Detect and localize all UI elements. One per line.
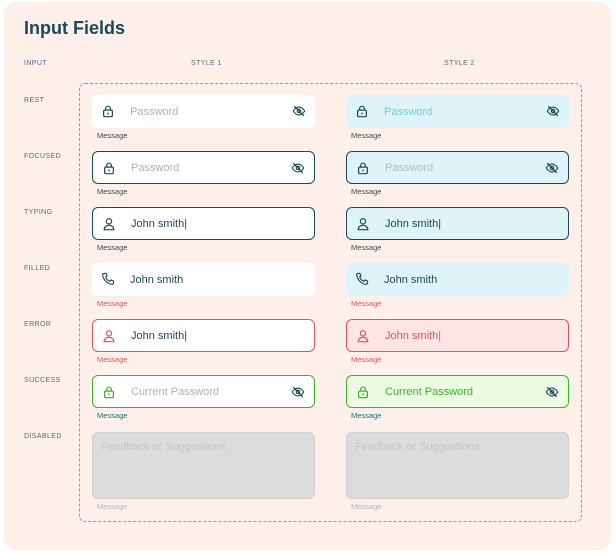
password-input-success-style2[interactable]: Current Password <box>346 375 569 408</box>
password-input-rest-style2[interactable]: Password <box>346 95 569 128</box>
helper-message: Message <box>97 131 128 140</box>
user-icon <box>103 330 115 343</box>
password-input-focused-style1[interactable]: Password <box>92 151 315 184</box>
name-value: John smith <box>384 273 438 286</box>
helper-message: Message <box>351 299 382 308</box>
helper-message: Message <box>97 187 128 196</box>
password-input-focused-style2[interactable]: Password <box>346 151 569 184</box>
user-icon <box>357 330 369 343</box>
name-value: John smith| <box>385 217 442 230</box>
row-label-focused: FOCUSED <box>24 153 62 160</box>
eye-off-icon[interactable] <box>545 161 559 175</box>
lock-icon <box>357 105 367 118</box>
lock-icon <box>358 162 368 175</box>
password-input-rest-style1[interactable]: Password <box>92 95 315 128</box>
phone-input-filled-style1[interactable]: John smith <box>92 263 315 296</box>
password-input-success-style1[interactable]: Current Password <box>92 375 315 408</box>
eye-off-icon[interactable] <box>546 104 560 118</box>
user-icon <box>103 218 115 231</box>
helper-message: Message <box>97 502 128 511</box>
lock-icon <box>104 162 114 175</box>
password-placeholder: Password <box>385 161 434 174</box>
phone-input-filled-style2[interactable]: John smith <box>346 263 569 296</box>
error-message: Message <box>351 355 382 364</box>
password-placeholder: Password <box>384 105 433 118</box>
phone-icon <box>102 272 115 285</box>
name-value: John smith| <box>131 217 188 230</box>
row-label-filled: FILLED <box>24 265 51 272</box>
password-placeholder: Password <box>130 105 179 118</box>
column-header-style-2: STYLE 2 <box>444 60 475 67</box>
feedback-textarea-disabled-style2: Feedback or Suggestions <box>346 432 569 499</box>
row-label-typing: TYPING <box>24 209 53 216</box>
lock-icon <box>104 386 114 399</box>
phone-icon <box>356 272 369 285</box>
feedback-textarea-disabled-style1: Feedback or Suggestions <box>92 432 315 499</box>
lock-icon <box>358 386 368 399</box>
row-label-disabled: DISABLED <box>24 433 62 440</box>
name-value: John smith <box>130 273 184 286</box>
success-message: Message <box>351 411 382 420</box>
password-placeholder: Current Password <box>131 385 220 398</box>
name-input-error-style2[interactable]: John smith| <box>346 319 569 352</box>
eye-off-icon[interactable] <box>292 104 306 118</box>
lock-icon <box>103 105 113 118</box>
success-message: Message <box>97 411 128 420</box>
page-title: Input Fields <box>24 18 125 38</box>
row-label-rest: REST <box>24 97 45 104</box>
name-input-error-style1[interactable]: John smith| <box>92 319 315 352</box>
feedback-placeholder: Feedback or Suggestions <box>355 441 480 453</box>
helper-message: Message <box>351 131 382 140</box>
name-input-typing-style2[interactable]: John smith| <box>346 207 569 240</box>
helper-message: Message <box>351 243 382 252</box>
user-icon <box>357 218 369 231</box>
name-input-typing-style1[interactable]: John smith| <box>92 207 315 240</box>
feedback-placeholder: Feedback or Suggestions <box>101 441 226 453</box>
helper-message: Message <box>351 187 382 196</box>
eye-off-icon[interactable] <box>291 161 305 175</box>
error-message: Message <box>97 355 128 364</box>
eye-off-icon[interactable] <box>545 385 559 399</box>
name-value: John smith| <box>131 329 188 342</box>
column-header-input: INPUT <box>24 60 47 67</box>
column-header-style-1: STYLE 1 <box>191 60 222 67</box>
helper-message: Message <box>97 243 128 252</box>
helper-message: Message <box>351 502 382 511</box>
row-label-success: SUCCESS <box>24 377 61 384</box>
row-label-error: ERROR <box>24 321 52 328</box>
name-value: John smith| <box>385 329 442 342</box>
eye-off-icon[interactable] <box>291 385 305 399</box>
helper-message: Message <box>97 299 128 308</box>
password-placeholder: Password <box>131 161 180 174</box>
password-value: Current Password <box>385 385 474 398</box>
